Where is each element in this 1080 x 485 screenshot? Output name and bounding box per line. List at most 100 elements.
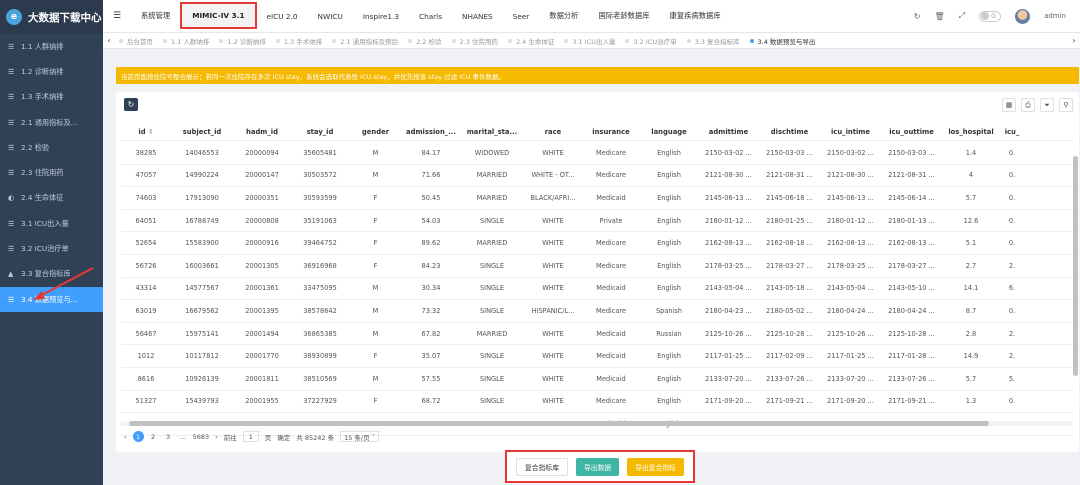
column-header[interactable]: icu_ bbox=[1000, 128, 1024, 136]
tab-tag[interactable]: 2.4 生命体征 bbox=[504, 36, 560, 46]
user-name[interactable]: admin bbox=[1044, 12, 1066, 20]
top-menu-item[interactable]: 康复疾病数据库 bbox=[660, 0, 731, 33]
top-menu-item[interactable]: Seer bbox=[503, 0, 540, 33]
table-row[interactable]: 64051 16788749 20000808 35191063 F 54.03 SINGL… bbox=[121, 210, 1073, 233]
trash-icon[interactable]: 🗑 bbox=[935, 12, 945, 21]
tab-tag[interactable]: 后台首页 bbox=[115, 36, 159, 46]
sidebar-item-6[interactable]: ◐ 2.4 生命体征 bbox=[0, 186, 103, 211]
page-number[interactable]: 3 bbox=[163, 431, 174, 442]
goto-confirm-button[interactable]: 确定 bbox=[277, 432, 290, 442]
goto-page-input[interactable]: 1 bbox=[242, 431, 259, 442]
table-row[interactable]: 38285 14046553 20000094 35605481 M 84.17 WIDOW… bbox=[121, 142, 1073, 165]
tab-tag[interactable]: 1.2 诊断纳排 bbox=[215, 36, 271, 46]
column-header[interactable]: los_hospital bbox=[942, 128, 1000, 136]
top-menu-item[interactable]: eICU 2.0 bbox=[257, 0, 308, 33]
column-header[interactable]: subject_id bbox=[171, 128, 233, 136]
table-row[interactable]: 63019 16679562 20001395 38578642 M 73.32 SINGL… bbox=[121, 300, 1073, 323]
tag-label: 3.4 数据预览与导出 bbox=[757, 37, 816, 46]
tab-tag[interactable]: 1.1 人群纳排 bbox=[159, 36, 215, 46]
sort-icon[interactable]: ⇕ bbox=[146, 128, 154, 136]
top-menu-item[interactable]: NWICU bbox=[308, 0, 353, 33]
top-menu-item[interactable]: Inspire1.3 bbox=[353, 0, 409, 33]
column-header[interactable]: admission_... bbox=[402, 128, 460, 136]
table-row[interactable]: 56726 16003661 20001305 36916968 F 84.23 SINGL… bbox=[121, 255, 1073, 278]
prev-page-icon[interactable]: ‹ bbox=[124, 433, 127, 441]
column-header[interactable]: marital_sta... bbox=[460, 128, 524, 136]
column-header[interactable]: icu_outtime bbox=[881, 128, 942, 136]
column-header[interactable]: race bbox=[524, 128, 582, 136]
sidebar-item-label: 1.1 人群纳排 bbox=[21, 41, 64, 51]
dot-icon bbox=[451, 38, 456, 43]
column-header[interactable]: hadm_id bbox=[233, 128, 291, 136]
column-header[interactable]: id ⇕ bbox=[121, 128, 171, 136]
page-number[interactable]: 2 bbox=[148, 431, 159, 442]
top-menu-item[interactable]: MIMIC-IV 3.1 bbox=[180, 1, 257, 29]
table-cell: 14577567 bbox=[185, 284, 219, 293]
table-row[interactable]: 1012 10117812 20001770 38930899 F 35.07 SINGLE… bbox=[121, 345, 1073, 368]
horizontal-scrollbar[interactable] bbox=[121, 421, 1073, 426]
column-header[interactable]: stay_id bbox=[291, 128, 349, 136]
table-row[interactable]: 43314 14577567 20001361 33475095 M 30.34 SINGL… bbox=[121, 278, 1073, 301]
table-row[interactable]: 74603 17913090 20000351 30593599 F 50.45 MARRI… bbox=[121, 187, 1073, 210]
refresh-table-button[interactable]: ↻ bbox=[124, 98, 138, 111]
sidebar-item-1[interactable]: ☰ 1.2 诊断纳排 bbox=[0, 59, 103, 84]
next-page-icon[interactable]: › bbox=[215, 433, 218, 441]
page-size-select[interactable]: 15 条/页 ˅ bbox=[340, 431, 379, 442]
column-header[interactable]: gender bbox=[349, 128, 402, 136]
tags-next-icon[interactable]: › bbox=[1068, 36, 1080, 45]
tab-tag[interactable]: 3.2 ICU治疗单 bbox=[621, 36, 682, 46]
fullscreen-icon[interactable]: ⤢ bbox=[959, 11, 965, 21]
tab-tag[interactable]: 3.1 ICU出入量 bbox=[560, 36, 621, 46]
table-row[interactable]: 8616 10926139 20001811 38510569 M 57.55 SINGLE… bbox=[121, 368, 1073, 391]
sidebar-item-3[interactable]: ☰ 2.1 通用指标及... bbox=[0, 110, 103, 135]
tab-tag[interactable]: 3.3 复合指标库 bbox=[683, 36, 746, 46]
sidebar-item-9[interactable]: ▲ 3.3 复合指标库 bbox=[0, 262, 103, 287]
print-icon[interactable]: ⎙ bbox=[1021, 98, 1035, 112]
sidebar-item-label: 2.1 通用指标及... bbox=[21, 117, 78, 127]
top-menu-item[interactable]: NHANES bbox=[452, 0, 503, 33]
tab-tag[interactable]: 2.1 通用指标及预后 bbox=[328, 36, 404, 46]
top-menu-item[interactable]: 国际老龄数据库 bbox=[588, 0, 659, 33]
table-row[interactable]: 56467 15975141 20001494 36865385 M 67.82 MARRI… bbox=[121, 323, 1073, 346]
tab-tag[interactable]: 3.4 数据预览与导出 bbox=[746, 36, 822, 46]
column-header[interactable]: admittime bbox=[698, 128, 759, 136]
search-icon[interactable]: ⚲ bbox=[1059, 98, 1073, 112]
table-row[interactable]: 52654 15583900 20000916 39464752 F 89.62 MARRI… bbox=[121, 232, 1073, 255]
tag-label: 3.1 ICU出入量 bbox=[572, 37, 616, 46]
page-number[interactable]: 1 bbox=[132, 431, 144, 442]
tab-tag[interactable]: 1.3 手术纳排 bbox=[272, 36, 328, 46]
page-number[interactable]: ... bbox=[178, 431, 189, 442]
column-header[interactable]: insurance bbox=[582, 128, 640, 136]
theme-toggle[interactable]: O bbox=[979, 10, 1002, 22]
tab-tag[interactable]: 2.2 检验 bbox=[404, 36, 447, 46]
column-header[interactable]: icu_intime bbox=[820, 128, 881, 136]
sidebar-item-7[interactable]: ☰ 3.1 ICU出入量 bbox=[0, 211, 103, 236]
avatar[interactable] bbox=[1015, 8, 1031, 24]
table-cell: 2. bbox=[1008, 261, 1016, 270]
table-row[interactable]: 47057 14990224 20000147 30503572 M 71.66 MARRI… bbox=[121, 165, 1073, 188]
sidebar-item-5[interactable]: ☰ 2.3 住院用药 bbox=[0, 160, 103, 185]
sidebar-item-4[interactable]: ☰ 2.2 检验 bbox=[0, 135, 103, 160]
sidebar-item-0[interactable]: ☰ 1.1 人群纳排 bbox=[0, 34, 103, 59]
export-data-button[interactable]: 导出数据 bbox=[576, 457, 620, 476]
top-menu-item[interactable]: Charls bbox=[409, 0, 452, 33]
tab-tag[interactable]: 2.3 住院用药 bbox=[448, 36, 504, 46]
column-header[interactable]: dischtime bbox=[759, 128, 820, 136]
top-menu-item[interactable]: 系统管理 bbox=[131, 0, 180, 33]
sidebar-item-8[interactable]: ☰ 3.2 ICU治疗单 bbox=[0, 236, 103, 261]
refresh-icon[interactable]: ↻ bbox=[914, 12, 921, 21]
top-menu-item[interactable]: 数据分析 bbox=[539, 0, 588, 33]
vertical-scrollbar[interactable] bbox=[1073, 156, 1078, 376]
column-header[interactable]: language bbox=[640, 128, 698, 136]
columns-icon[interactable]: ▦ bbox=[1002, 98, 1016, 112]
export-composite-button[interactable]: 导出复合指标 bbox=[627, 457, 684, 476]
menu-toggle-icon[interactable]: ☰ bbox=[103, 11, 131, 21]
table-row[interactable]: 51327 15439793 20001955 37227929 F 68.72 SINGL… bbox=[121, 391, 1073, 414]
export-icon[interactable]: ⏷ bbox=[1040, 98, 1054, 112]
tags-prev-icon[interactable]: ‹ bbox=[103, 36, 115, 45]
page-number[interactable]: 5683 bbox=[193, 431, 210, 442]
sidebar-item-10[interactable]: ☰ 3.4 数据预览与... bbox=[0, 286, 103, 313]
composite-index-button[interactable]: 复合指标库 bbox=[516, 457, 568, 476]
sidebar-item-2[interactable]: ☰ 1.3 手术纳排 bbox=[0, 85, 103, 110]
table-cell: 30593599 bbox=[303, 193, 337, 202]
